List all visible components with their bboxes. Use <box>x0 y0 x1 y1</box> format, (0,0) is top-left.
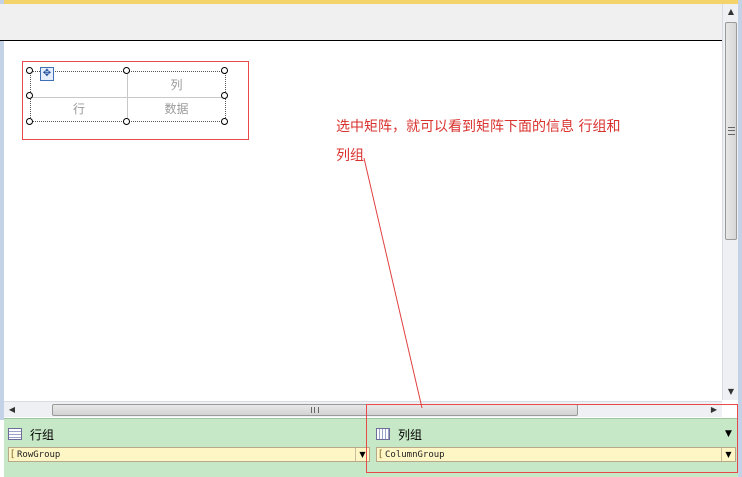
annotation-line-2: 列组 <box>336 148 364 164</box>
resize-handle-top-right[interactable] <box>221 67 228 74</box>
resize-handle-bottom-center[interactable] <box>123 118 130 125</box>
column-group-highlight-box <box>366 404 738 473</box>
matrix-column-header-cell[interactable]: 列 <box>128 76 225 94</box>
matrix-row-header-cell[interactable]: 行 <box>31 100 127 118</box>
scroll-down-arrow-icon[interactable]: ▼ <box>723 384 739 400</box>
scroll-left-arrow-icon[interactable]: ◀ <box>4 402 20 418</box>
resize-handle-middle-left[interactable] <box>26 92 33 99</box>
vertical-scroll-thumb[interactable] <box>725 22 737 240</box>
row-group-item[interactable]: [ RowGroup ▼ <box>8 447 370 462</box>
resize-handle-middle-right[interactable] <box>221 92 228 99</box>
row-groups-label: 行组 <box>30 427 55 442</box>
grip-icon <box>311 407 319 413</box>
grip-icon <box>728 127 735 135</box>
resize-handle-bottom-right[interactable] <box>221 118 228 125</box>
matrix-control[interactable]: 列 行 数据 <box>30 71 226 122</box>
annotation-line-1: 选中矩阵，就可以看到矩阵下面的信息 行组和 <box>336 119 621 135</box>
resize-handle-top-center[interactable] <box>123 67 130 74</box>
matrix-data-cell[interactable]: 数据 <box>128 100 225 118</box>
group-bracket-icon: [ <box>9 449 16 460</box>
move-icon[interactable]: ✥ <box>40 67 54 81</box>
row-groups-header: 行组 <box>8 425 54 443</box>
matrix-row-divider <box>31 97 225 98</box>
resize-handle-bottom-left[interactable] <box>26 118 33 125</box>
vertical-scrollbar[interactable]: ▲ ▼ <box>722 4 738 400</box>
report-header-area[interactable] <box>0 4 722 41</box>
row-group-name: RowGroup <box>17 449 61 460</box>
window-right-border <box>738 0 742 477</box>
scroll-up-arrow-icon[interactable]: ▲ <box>723 4 739 20</box>
row-groups-icon <box>8 428 22 440</box>
annotation-text: 选中矩阵，就可以看到矩阵下面的信息 行组和 列组 <box>336 113 666 171</box>
resize-handle-top-left[interactable] <box>26 67 33 74</box>
